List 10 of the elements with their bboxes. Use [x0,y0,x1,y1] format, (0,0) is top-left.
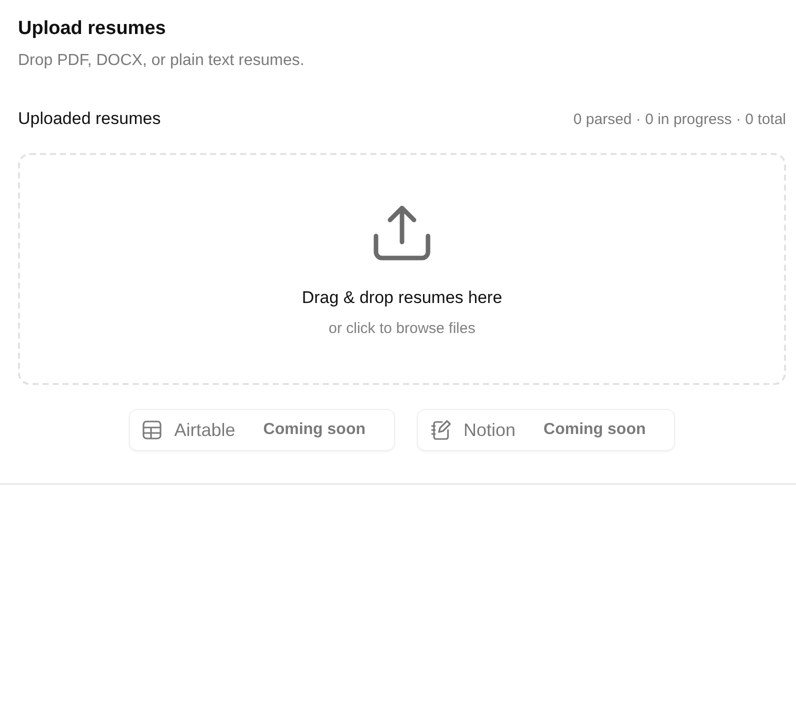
page-subtitle: Drop PDF, DOCX, or plain text resumes. [18,51,306,71]
upload-summary: 0 parsed · 0 in progress · 0 total [573,110,786,128]
table-icon [142,420,162,440]
drop-zone[interactable]: Drag & drop resumes here or click to browse files [18,153,786,385]
upload-icon [373,204,431,262]
section-title: Uploaded resumes [18,109,161,129]
drop-zone-hint: or click to browse files [328,320,476,336]
notebook-pencil-icon [430,419,452,441]
page-title: Upload resumes [18,17,167,41]
drop-zone-title: Drag & drop resumes here [302,288,502,308]
